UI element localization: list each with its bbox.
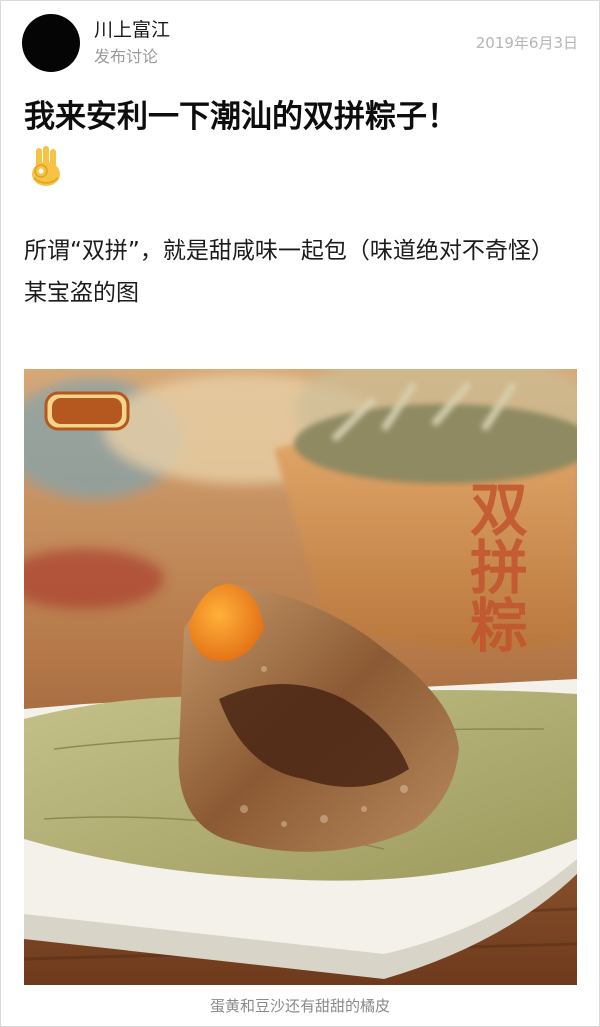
brand-logo (44, 391, 130, 431)
ok-hand-icon (32, 146, 60, 186)
author-avatar[interactable] (22, 14, 80, 72)
overlay-title: 双拼粽 (460, 479, 528, 653)
post-photo[interactable]: 双拼粽 (24, 369, 577, 985)
post-category: 发布讨论 (94, 47, 159, 66)
post-date: 2019年6月3日 (475, 34, 578, 52)
photo-caption: 蛋黄和豆沙还有甜甜的橘皮 (209, 997, 390, 1015)
author-name[interactable]: 川上富江 (94, 18, 170, 42)
post-body: 所谓“双拼”，就是甜咸味一起包（味道绝对不奇怪）某宝盗的图 (24, 238, 554, 306)
post-title: 我来安利一下潮汕的双拼粽子！ (24, 99, 458, 135)
post-header: 川上富江 发布讨论 2019年6月3日 (22, 14, 578, 74)
